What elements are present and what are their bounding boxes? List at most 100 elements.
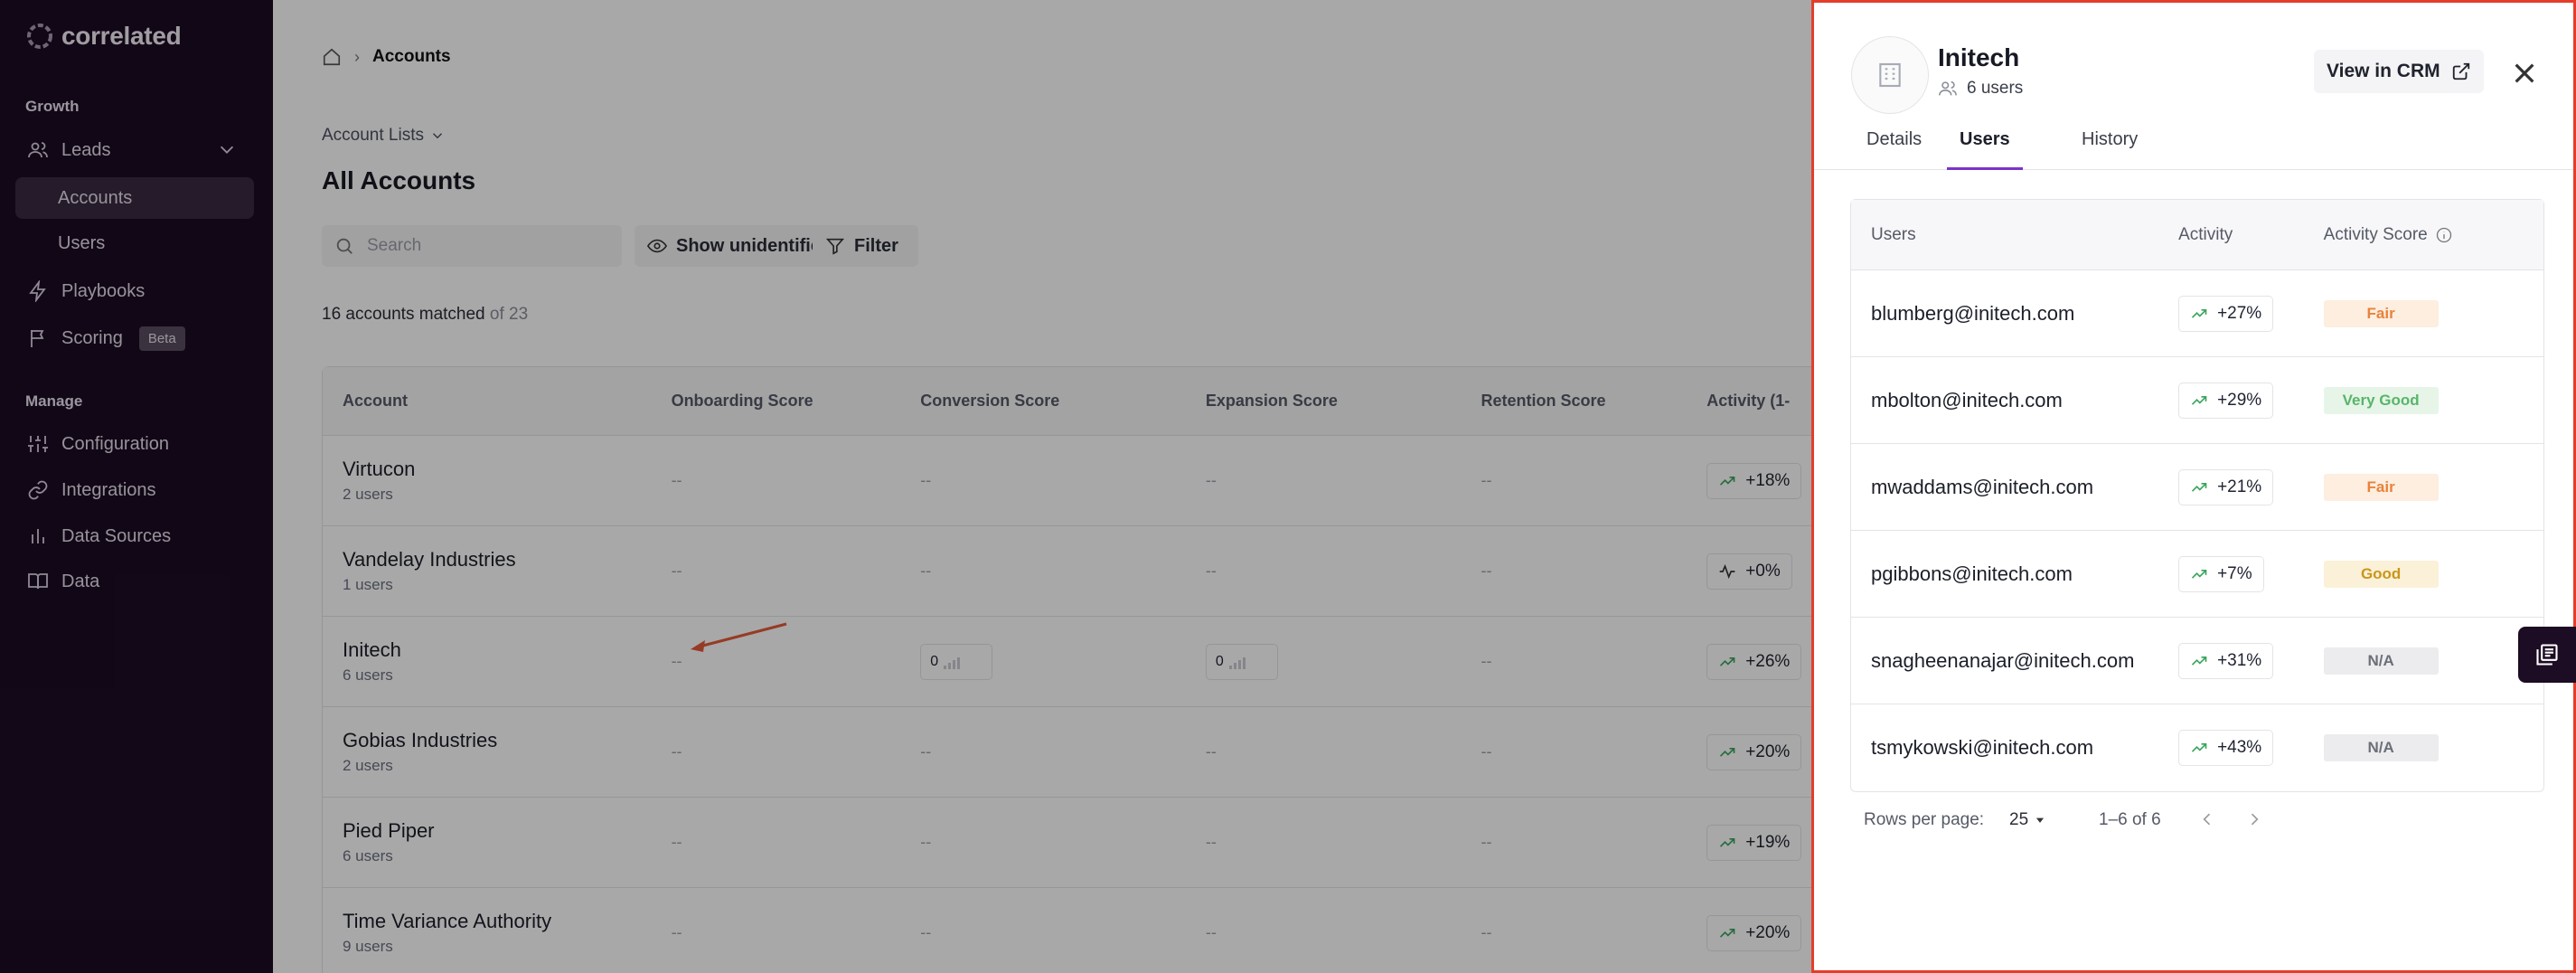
onboarding-score-cell: -- (672, 742, 921, 761)
table-row[interactable]: tsmykowski@initech.com +43% N/A (1851, 704, 2543, 791)
table-row[interactable]: mbolton@initech.com +29% Very Good (1851, 357, 2543, 444)
activity-value: +19% (1745, 832, 1791, 852)
floating-panel-button[interactable] (2518, 627, 2576, 683)
search-box[interactable] (322, 225, 622, 267)
activity-pill: +19% (1706, 824, 1802, 861)
retention-score-value: -- (1481, 562, 1492, 580)
retention-score-value: -- (1481, 471, 1492, 489)
tab-details[interactable]: Details (1854, 129, 1934, 170)
retention-score-value: -- (1481, 923, 1492, 941)
trend-up-icon (2191, 743, 2207, 752)
view-in-crm-label: View in CRM (2327, 61, 2440, 81)
account-lists-dropdown[interactable]: Account Lists (322, 126, 446, 146)
activity-value: +20% (1745, 742, 1791, 761)
activity-pill: +20% (1706, 733, 1802, 770)
activity-score-cell: Fair (2323, 299, 2543, 327)
retention-score-cell: -- (1481, 833, 1707, 852)
tab-users[interactable]: Users (1947, 129, 2023, 170)
retention-score-cell: -- (1481, 652, 1707, 671)
signal-bars-icon (1228, 657, 1246, 669)
account-name[interactable]: Pied Piper (343, 819, 672, 843)
onboarding-score-value: -- (671, 562, 682, 580)
account-name[interactable]: Vandelay Industries (343, 548, 672, 572)
logo[interactable]: correlated (25, 22, 182, 51)
filter-button[interactable]: Filter (813, 225, 911, 267)
column-header[interactable]: Activity (2178, 225, 2324, 245)
main-content: › Accounts Account Lists All Accounts Sh… (273, 0, 1858, 973)
table-row[interactable]: Time Variance Authority 9 users -- -- -- -- +2… (323, 888, 1857, 973)
trend-up-icon (1720, 657, 1735, 666)
home-icon[interactable] (322, 47, 342, 67)
account-name[interactable]: Gobias Industries (343, 729, 672, 752)
activity-cell: +29% (2178, 382, 2324, 419)
column-header[interactable]: Expansion Score (1206, 392, 1481, 411)
account-cell: Gobias Industries 2 users (323, 729, 672, 775)
table-row[interactable]: Virtucon 2 users -- -- -- -- +18% (323, 436, 1857, 526)
chevron-right-icon: › (354, 47, 360, 66)
account-name[interactable]: Initech (343, 638, 672, 662)
conversion-score-cell: 0 (920, 643, 1206, 680)
next-page-button[interactable] (2245, 810, 2263, 834)
sidebar-item-data[interactable]: Data (27, 562, 99, 601)
sidebar-item-leads[interactable]: Leads (27, 130, 111, 170)
table-row[interactable]: Pied Piper 6 users -- -- -- -- +19% (323, 798, 1857, 888)
trend-up-icon (2191, 656, 2207, 666)
activity-score-badge: Very Good (2323, 386, 2439, 414)
table-row[interactable]: Vandelay Industries 1 users -- -- -- -- +0% (323, 526, 1857, 617)
table-row[interactable]: snagheenanajar@initech.com +31% N/A (1851, 618, 2543, 704)
activity-pill: +18% (1706, 462, 1802, 499)
expansion-score-value: -- (1205, 923, 1217, 941)
chevron-down-icon[interactable] (217, 139, 237, 159)
account-name[interactable]: Virtucon (343, 458, 672, 481)
rows-per-page-value: 25 (2009, 810, 2029, 829)
tab-history[interactable]: History (2069, 129, 2150, 170)
sidebar-item-integrations[interactable]: Integrations (27, 470, 156, 510)
column-header[interactable]: Retention Score (1481, 392, 1707, 411)
activity-pill: +29% (2178, 382, 2274, 419)
search-input[interactable] (367, 236, 602, 256)
account-lists-label: Account Lists (322, 126, 424, 145)
sidebar-item-accounts[interactable]: Accounts (15, 177, 254, 219)
accounts-table: Account Onboarding Score Conversion Scor… (322, 366, 1858, 973)
view-in-crm-button[interactable]: View in CRM (2314, 50, 2484, 93)
activity-value: +7% (2217, 563, 2252, 583)
logo-icon (27, 24, 52, 49)
close-button[interactable] (2510, 59, 2539, 88)
beta-badge: Beta (138, 326, 185, 351)
lightning-icon (29, 280, 46, 302)
user-email[interactable]: blumberg@initech.com (1871, 302, 2074, 325)
table-row[interactable]: pgibbons@initech.com +7% Good (1851, 531, 2543, 618)
sidebar-item-data-sources[interactable]: Data Sources (27, 516, 171, 556)
table-row[interactable]: Initech 6 users -- 0 0 -- +26% (323, 617, 1857, 707)
signal-bars-icon (944, 657, 961, 669)
account-user-count: 2 users (343, 486, 393, 503)
user-email[interactable]: mwaddams@initech.com (1871, 476, 2093, 498)
column-header[interactable]: Account (323, 392, 672, 411)
prev-page-button[interactable] (2198, 810, 2216, 834)
table-row[interactable]: Gobias Industries 2 users -- -- -- -- +20% (323, 707, 1857, 798)
filter-label: Filter (854, 235, 898, 256)
column-header[interactable]: Conversion Score (920, 392, 1206, 411)
info-icon[interactable] (2435, 226, 2453, 244)
column-header[interactable]: Onboarding Score (672, 392, 921, 411)
account-name[interactable]: Time Variance Authority (343, 910, 672, 933)
column-header[interactable]: Users (1851, 225, 2178, 245)
user-email[interactable]: snagheenanajar@initech.com (1871, 649, 2134, 672)
user-email[interactable]: mbolton@initech.com (1871, 389, 2063, 411)
table-row[interactable]: blumberg@initech.com +27% Fair (1851, 270, 2543, 357)
user-email[interactable]: pgibbons@initech.com (1871, 562, 2073, 585)
user-email[interactable]: tsmykowski@initech.com (1871, 736, 2093, 759)
sidebar-item-playbooks[interactable]: Playbooks (27, 271, 145, 311)
column-header-activity-score[interactable]: Activity Score (2324, 225, 2543, 245)
rows-per-page-select[interactable]: 25 (2009, 810, 2046, 830)
sidebar-item-scoring[interactable]: Scoring Beta (27, 318, 185, 358)
sidebar-item-configuration[interactable]: Configuration (27, 424, 169, 464)
sidebar: correlated Growth Leads Accounts Users P… (0, 0, 273, 973)
account-cell: Pied Piper 6 users (323, 819, 672, 865)
table-row[interactable]: mwaddams@initech.com +21% Fair (1851, 444, 2543, 531)
activity-cell: +7% (2178, 555, 2324, 592)
onboarding-score-value: -- (671, 742, 682, 760)
matched-count: 16 accounts matched of 23 (322, 305, 528, 325)
retention-score-cell: -- (1481, 923, 1707, 942)
sidebar-item-users[interactable]: Users (15, 222, 254, 264)
